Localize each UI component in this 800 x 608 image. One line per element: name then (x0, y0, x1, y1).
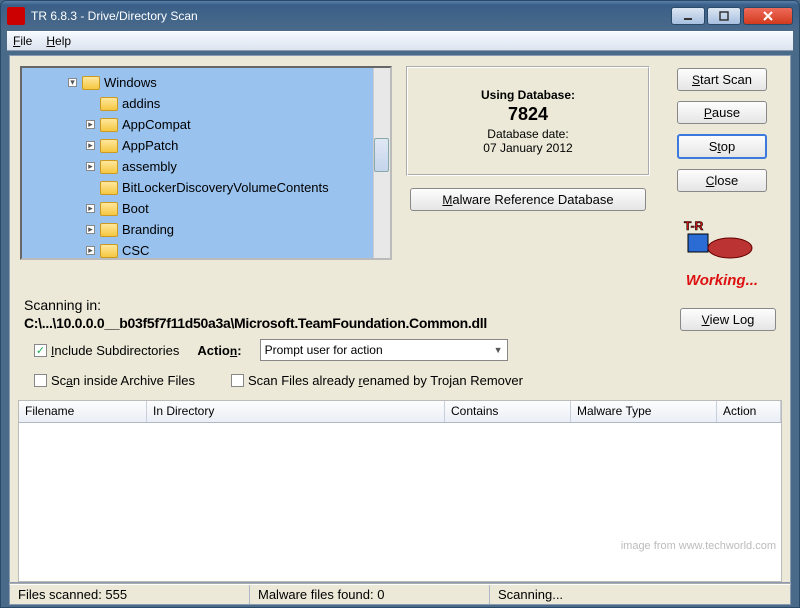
table-header: Filename In Directory Contains Malware T… (19, 401, 781, 423)
app-logo: T-R (682, 202, 762, 262)
checkbox-icon (231, 374, 244, 387)
chevron-down-icon: ▼ (494, 345, 503, 355)
close-button[interactable]: Close (677, 169, 767, 192)
scrollbar-thumb[interactable] (374, 138, 389, 172)
menubar: File Help (7, 31, 793, 51)
directory-tree[interactable]: ▾ Windows addins▸AppCompat▸AppPatch▸asse… (20, 66, 392, 260)
expander-icon[interactable]: ▸ (86, 246, 95, 255)
th-in-directory[interactable]: In Directory (147, 401, 445, 422)
svg-text:T-R: T-R (684, 219, 704, 233)
th-malware-type[interactable]: Malware Type (571, 401, 717, 422)
tree-node[interactable]: ▸Branding (24, 219, 388, 240)
menu-help[interactable]: Help (46, 34, 71, 48)
stop-button[interactable]: Stop (677, 134, 767, 159)
folder-icon (100, 139, 118, 153)
expander-icon[interactable]: ▸ (86, 162, 95, 171)
folder-icon (100, 118, 118, 132)
tree-node[interactable]: ▸CSC (24, 240, 388, 258)
client-area: ▾ Windows addins▸AppCompat▸AppPatch▸asse… (9, 55, 791, 583)
tree-node[interactable]: ▸AppPatch (24, 135, 388, 156)
th-contains[interactable]: Contains (445, 401, 571, 422)
working-indicator: Working... (686, 272, 758, 289)
maximize-button[interactable] (707, 7, 741, 25)
th-action[interactable]: Action (717, 401, 781, 422)
minimize-button[interactable] (671, 7, 705, 25)
scanning-in-label: Scanning in: (24, 297, 487, 313)
folder-icon (82, 76, 100, 90)
status-malware-found: Malware files found: 0 (250, 585, 490, 604)
statusbar: Files scanned: 555 Malware files found: … (9, 583, 791, 605)
app-window: TR 6.8.3 - Drive/Directory Scan File Hel… (0, 0, 800, 608)
expander-icon[interactable]: ▸ (86, 204, 95, 213)
watermark-text: image from www.techworld.com (621, 540, 776, 552)
folder-icon (100, 202, 118, 216)
db-number: 7824 (508, 104, 548, 125)
db-date-value: 07 January 2012 (483, 141, 572, 155)
scan-archives-checkbox[interactable]: Scan inside Archive Files (34, 373, 195, 388)
scanning-path: C:\...\10.0.0.0__b03f5f7f11d50a3a\Micros… (24, 315, 487, 331)
database-info-panel: Using Database: 7824 Database date: 07 J… (406, 66, 650, 176)
table-body (19, 423, 781, 581)
status-state: Scanning... (490, 585, 790, 604)
pause-button[interactable]: Pause (677, 101, 767, 124)
folder-icon (100, 97, 118, 111)
tree-node[interactable]: ▸AppCompat (24, 114, 388, 135)
tree-node[interactable]: BitLockerDiscoveryVolumeContents (24, 177, 388, 198)
status-files-scanned: Files scanned: 555 (10, 585, 250, 604)
tree-node-root[interactable]: ▾ Windows (24, 72, 388, 93)
action-select[interactable]: Prompt user for action ▼ (260, 339, 508, 361)
tree-node[interactable]: addins (24, 93, 388, 114)
results-table: Filename In Directory Contains Malware T… (18, 400, 782, 582)
start-scan-button[interactable]: Start Scan (677, 68, 767, 91)
checkbox-icon (34, 344, 47, 357)
view-log-button[interactable]: View Log (680, 308, 776, 331)
tree-scrollbar[interactable] (373, 68, 390, 258)
folder-icon (100, 244, 118, 258)
tree-node[interactable]: ▸Boot (24, 198, 388, 219)
window-title: TR 6.8.3 - Drive/Directory Scan (31, 9, 198, 23)
checkbox-icon (34, 374, 47, 387)
db-date-label: Database date: (487, 127, 568, 141)
expander-icon[interactable]: ▸ (86, 120, 95, 129)
expander-icon[interactable]: ▸ (86, 141, 95, 150)
db-using-label: Using Database: (481, 88, 575, 102)
close-window-button[interactable] (743, 7, 793, 25)
menu-file[interactable]: File (13, 34, 32, 48)
action-label: Action: (197, 343, 241, 358)
folder-icon (100, 181, 118, 195)
expander-icon[interactable]: ▾ (68, 78, 77, 87)
folder-icon (100, 223, 118, 237)
titlebar[interactable]: TR 6.8.3 - Drive/Directory Scan (1, 1, 799, 31)
th-filename[interactable]: Filename (19, 401, 147, 422)
malware-reference-button[interactable]: Malware Reference Database (410, 188, 646, 211)
expander-icon[interactable]: ▸ (86, 225, 95, 234)
app-icon (7, 7, 25, 25)
scan-renamed-checkbox[interactable]: Scan Files already renamed by Trojan Rem… (231, 373, 523, 388)
include-subdirectories-checkbox[interactable]: Include Subdirectories (34, 343, 179, 358)
tree-node[interactable]: ▸assembly (24, 156, 388, 177)
folder-icon (100, 160, 118, 174)
